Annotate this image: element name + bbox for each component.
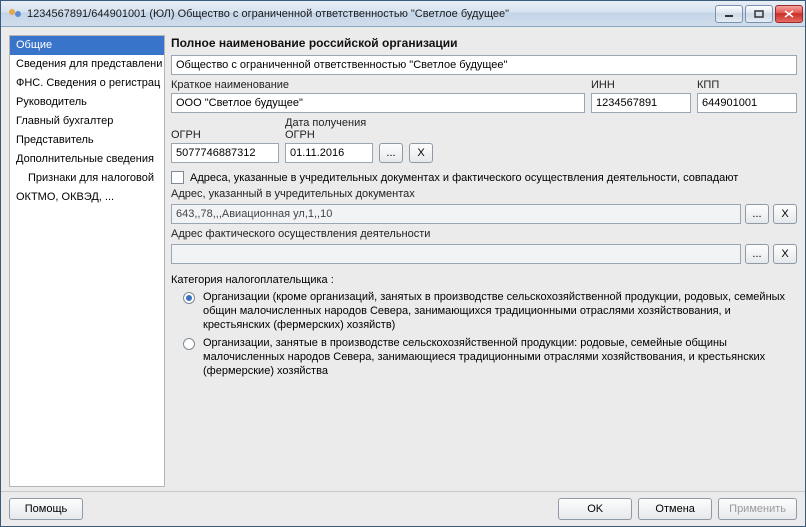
category-radio-2[interactable] (183, 338, 195, 350)
ogrn-date-input[interactable] (285, 143, 373, 163)
maximize-button[interactable] (745, 5, 773, 23)
addr1-browse-button[interactable]: ... (745, 204, 769, 224)
addr1-input[interactable] (171, 204, 741, 224)
ok-button[interactable]: OK (558, 498, 632, 520)
window-title: 1234567891/644901001 (ЮЛ) Общество с огр… (27, 8, 715, 20)
inn-input[interactable] (591, 93, 691, 113)
sidebar-item-oktmo[interactable]: ОКТМО, ОКВЭД, ... (10, 188, 164, 207)
kpp-label: КПП (697, 79, 797, 91)
addr1-clear-button[interactable]: X (773, 204, 797, 224)
sidebar-item-fns[interactable]: ФНС. Сведения о регистрац (10, 74, 164, 93)
help-button[interactable]: Помощь (9, 498, 83, 520)
ogrn-input[interactable] (171, 143, 279, 163)
addr2-label: Адрес фактического осуществления деятель… (171, 228, 797, 240)
same-address-label: Адреса, указанные в учредительных докуме… (190, 172, 738, 184)
full-name-input[interactable] (171, 55, 797, 75)
kpp-input[interactable] (697, 93, 797, 113)
ogrn-label: ОГРН (171, 129, 279, 141)
apply-button[interactable]: Применить (718, 498, 797, 520)
category-radio-2-label: Организации, занятые в производстве сель… (203, 336, 797, 378)
inn-label: ИНН (591, 79, 691, 91)
minimize-button[interactable] (715, 5, 743, 23)
ogrn-date-label: Дата получения ОГРН (285, 117, 373, 141)
app-icon (7, 6, 23, 22)
section-title: Полное наименование российской организац… (171, 35, 797, 51)
close-button[interactable] (775, 5, 803, 23)
addr2-browse-button[interactable]: ... (745, 244, 769, 264)
short-name-input[interactable] (171, 93, 585, 113)
addr2-clear-button[interactable]: X (773, 244, 797, 264)
sidebar-item-representative[interactable]: Представитель (10, 131, 164, 150)
sidebar-item-presentation[interactable]: Сведения для представлени (10, 55, 164, 74)
short-name-label: Краткое наименование (171, 79, 585, 91)
main-panel: Полное наименование российской организац… (171, 35, 797, 487)
category-label: Категория налогоплательщика : (171, 274, 334, 286)
window: 1234567891/644901001 (ЮЛ) Общество с огр… (0, 0, 806, 527)
sidebar-item-director[interactable]: Руководитель (10, 93, 164, 112)
addr2-input[interactable] (171, 244, 741, 264)
sidebar-item-additional[interactable]: Дополнительные сведения (10, 150, 164, 169)
sidebar: Общие Сведения для представлени ФНС. Све… (9, 35, 165, 487)
ogrn-date-browse-button[interactable]: ... (379, 143, 403, 163)
cancel-button[interactable]: Отмена (638, 498, 712, 520)
category-radio-1[interactable] (183, 292, 195, 304)
sidebar-item-accountant[interactable]: Главный бухгалтер (10, 112, 164, 131)
same-address-checkbox[interactable] (171, 171, 184, 184)
sidebar-item-general[interactable]: Общие (10, 36, 164, 55)
titlebar: 1234567891/644901001 (ЮЛ) Общество с огр… (1, 1, 805, 27)
sidebar-item-tax-signs[interactable]: Признаки для налоговой (10, 169, 164, 188)
footer: Помощь OK Отмена Применить (1, 491, 805, 526)
addr1-label: Адрес, указанный в учредительных докумен… (171, 188, 797, 200)
ogrn-date-clear-button[interactable]: X (409, 143, 433, 163)
category-radio-1-label: Организации (кроме организаций, занятых … (203, 290, 797, 332)
